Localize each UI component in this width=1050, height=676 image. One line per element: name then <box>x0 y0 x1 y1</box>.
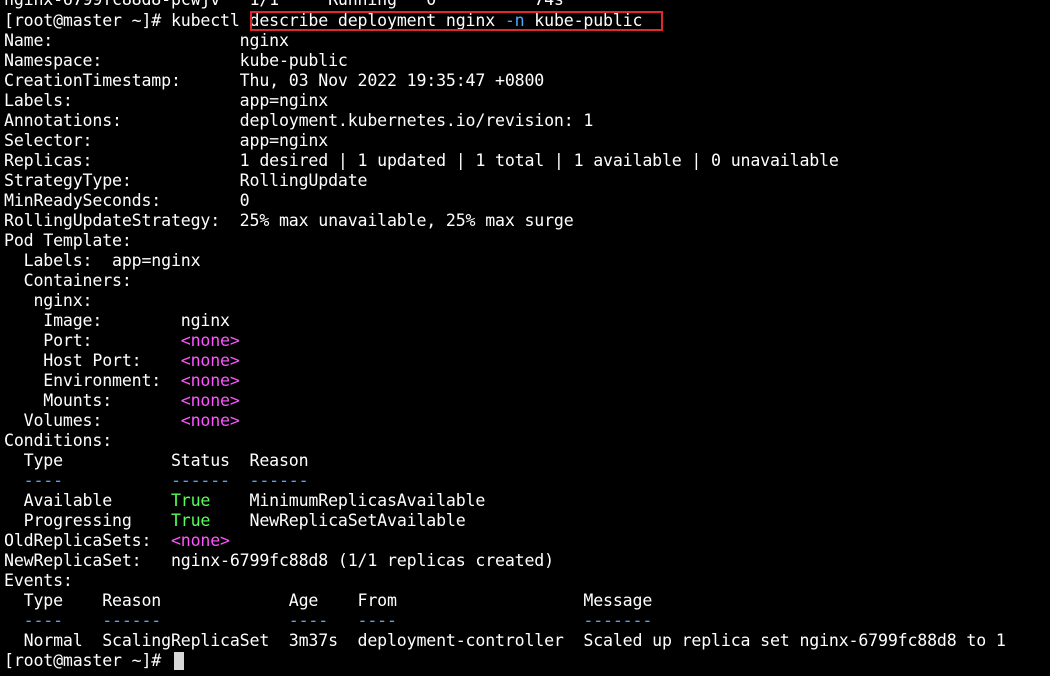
none-value: <none> <box>180 411 240 430</box>
events-header: Type Reason Age From Message <box>4 591 653 610</box>
condition-progressing: Progressing True NewReplicaSetAvailable <box>4 511 466 530</box>
command-program: kubectl <box>170 11 250 30</box>
section-events: Events: <box>4 571 73 590</box>
terminal-line-pod-status: nginx-6799fc88d8-pcwjv 1/1 Running 0 74s <box>4 0 564 10</box>
container-nginx: nginx: <box>4 291 93 310</box>
terminal-command-line: [root@master ~]# kubectl describe deploy… <box>4 11 642 31</box>
container-environment: Environment: <none> <box>4 371 240 390</box>
container-host-port: Host Port: <none> <box>4 351 240 370</box>
condition-reason: MinimumReplicasAvailable <box>249 491 486 510</box>
field-namespace: Namespace: kube-public <box>4 51 348 70</box>
none-value: <none> <box>170 531 230 550</box>
field-name: Name: nginx <box>4 31 289 50</box>
field-creation-timestamp: CreationTimestamp: Thu, 03 Nov 2022 19:3… <box>4 71 545 90</box>
field-strategy-type: StrategyType: RollingUpdate <box>4 171 368 190</box>
container-mounts: Mounts: <none> <box>4 391 240 410</box>
terminal-window[interactable]: nginx-6799fc88d8-pcwjv 1/1 Running 0 74s… <box>0 0 1050 676</box>
none-value: <none> <box>180 391 240 410</box>
events-separator: ---- ------ ---- ---- ------- <box>4 611 653 630</box>
command-args: describe deployment nginx <box>249 11 505 30</box>
field-old-replica-sets: OldReplicaSets: <none> <box>4 531 230 550</box>
status-true: True <box>170 511 211 530</box>
field-rolling-update-strategy: RollingUpdateStrategy: 25% max unavailab… <box>4 211 574 230</box>
condition-available: Available True MinimumReplicasAvailable <box>4 491 486 510</box>
command-flag: -n <box>504 11 525 30</box>
status-true: True <box>170 491 211 510</box>
terminal-cursor <box>174 652 184 670</box>
event-row: Normal ScalingReplicaSet 3m37s deploymen… <box>4 631 1006 650</box>
conditions-separator: ---- ------ ------ <box>4 471 309 490</box>
command-namespace-arg: kube-public <box>524 11 643 30</box>
condition-reason: NewReplicaSetAvailable <box>249 511 466 530</box>
container-port: Port: <none> <box>4 331 240 350</box>
shell-prompt-current[interactable]: [root@master ~]# <box>4 651 171 671</box>
conditions-header: Type Status Reason <box>4 451 309 470</box>
field-selector: Selector: app=nginx <box>4 131 329 150</box>
pod-template-volumes: Volumes: <none> <box>4 411 240 430</box>
pod-template-labels: Labels: app=nginx <box>4 251 201 270</box>
section-pod-template: Pod Template: <box>4 231 132 250</box>
field-annotations: Annotations: deployment.kubernetes.io/re… <box>4 111 594 130</box>
field-labels: Labels: app=nginx <box>4 91 329 110</box>
none-value: <none> <box>180 371 240 390</box>
container-image: Image: nginx <box>4 311 230 330</box>
field-replicas: Replicas: 1 desired | 1 updated | 1 tota… <box>4 151 839 170</box>
field-new-replica-set: NewReplicaSet: nginx-6799fc88d8 (1/1 rep… <box>4 551 554 570</box>
field-min-ready-seconds: MinReadySeconds: 0 <box>4 191 250 210</box>
shell-prompt: [root@master ~]# <box>4 11 171 30</box>
none-value: <none> <box>180 331 240 350</box>
section-conditions: Conditions: <box>4 431 113 450</box>
pod-template-containers: Containers: <box>4 271 132 290</box>
none-value: <none> <box>180 351 240 370</box>
